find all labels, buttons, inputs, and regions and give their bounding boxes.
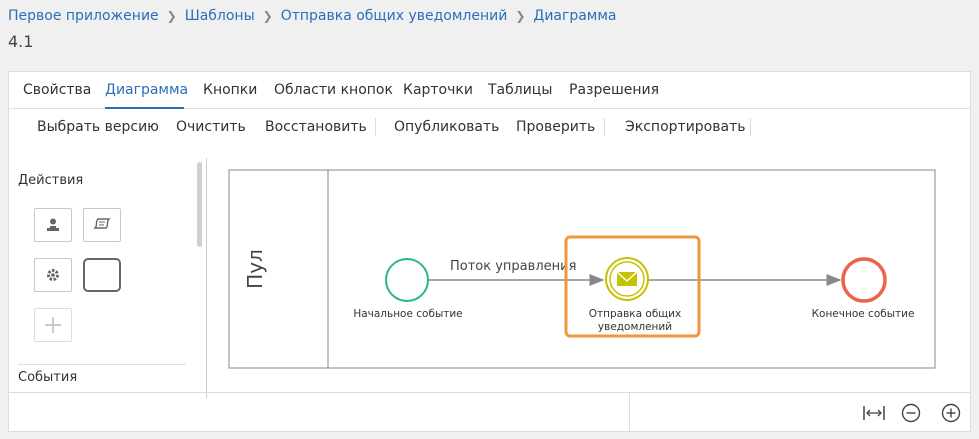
breadcrumb: Первое приложение ❯ Шаблоны ❯ Отправка общих… [8, 8, 617, 24]
toolbar-divider [375, 118, 376, 136]
tab-permissions[interactable]: Разрешения [569, 82, 659, 98]
tab-cards[interactable]: Карточки [403, 82, 473, 98]
palette-section-events: События [18, 370, 78, 385]
toolbar-divider [604, 118, 605, 136]
end-event[interactable] [841, 257, 887, 303]
zoom-out-icon[interactable] [899, 401, 923, 425]
diagram-canvas[interactable]: Пул Поток управления Начальное событие О… [207, 142, 971, 392]
active-tab-indicator [105, 107, 184, 109]
export-button[interactable]: Экспортировать [625, 119, 745, 135]
toolbar: Выбрать версию Очистить Восстановить Опу… [9, 110, 970, 142]
clear-button[interactable]: Очистить [176, 119, 246, 135]
validate-button[interactable]: Проверить [516, 119, 595, 135]
chevron-right-icon: ❯ [515, 9, 526, 23]
flow-label: Поток управления [450, 259, 576, 274]
end-event-label: Конечное событие [812, 308, 915, 320]
start-event-label: Начальное событие [353, 308, 462, 320]
zoom-in-icon[interactable] [939, 401, 963, 425]
add-icon[interactable] [34, 308, 72, 342]
restore-button[interactable]: Восстановить [265, 119, 367, 135]
palette-section-actions: Действия [18, 173, 84, 188]
pool[interactable] [228, 169, 936, 369]
tab-tables[interactable]: Таблицы [488, 82, 552, 98]
element-palette: Действия События [9, 142, 207, 432]
tab-buttons[interactable]: Кнопки [203, 82, 257, 98]
palette-divider [18, 364, 186, 365]
send-task-label-line1: Отправка общих [589, 308, 681, 320]
script-task-icon[interactable] [83, 208, 121, 242]
breadcrumb-diagram[interactable]: Диаграмма [533, 8, 616, 24]
palette-scrollbar[interactable] [197, 162, 202, 247]
status-divider [629, 393, 630, 433]
publish-button[interactable]: Опубликовать [394, 119, 499, 135]
editor-panel: Свойства Диаграмма Кнопки Области кнопок… [8, 71, 971, 433]
chevron-right-icon: ❯ [166, 9, 177, 23]
tab-diagram[interactable]: Диаграмма [105, 82, 188, 98]
chevron-right-icon: ❯ [262, 9, 273, 23]
pool-label: Пул [243, 249, 267, 289]
tab-properties[interactable]: Свойства [23, 82, 91, 98]
tab-bar: Свойства Диаграмма Кнопки Области кнопок… [9, 72, 970, 109]
breadcrumb-app[interactable]: Первое приложение [8, 8, 159, 24]
empty-task-icon[interactable] [83, 258, 121, 292]
breadcrumb-template[interactable]: Отправка общих уведомлений [281, 8, 508, 24]
user-task-icon[interactable] [34, 208, 72, 242]
tab-button-areas[interactable]: Области кнопок [274, 82, 393, 98]
page-title: 4.1 [8, 32, 34, 51]
status-bar [9, 392, 970, 433]
breadcrumb-templates[interactable]: Шаблоны [185, 8, 255, 24]
choose-version-button[interactable]: Выбрать версию [37, 119, 159, 135]
fit-width-icon[interactable] [862, 401, 886, 425]
send-task-label-line2: уведомлений [598, 321, 672, 333]
start-event[interactable] [385, 258, 429, 302]
service-task-icon[interactable] [34, 258, 72, 292]
toolbar-divider [750, 118, 751, 136]
